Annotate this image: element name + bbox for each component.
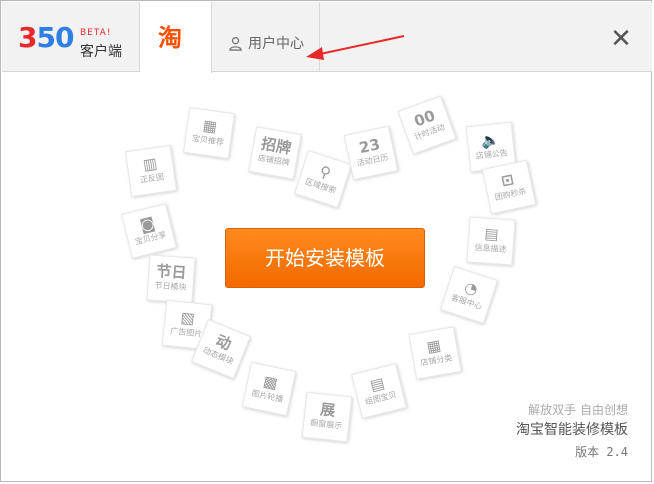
tile-item: ◙ 宝贝分享 — [121, 203, 177, 259]
app-window: 350 BETA! 客户端 淘 用户中心 ✕ ▦ 宝贝推荐 招牌 店铺招牌 ▥ … — [0, 0, 652, 482]
tab-taobao[interactable]: 淘 — [140, 2, 212, 73]
version-text: 版本 2.4 — [575, 445, 628, 459]
red-arrow-icon — [306, 35, 405, 60]
logo-beta-badge: BETA! — [80, 28, 112, 38]
logo-digit-3: 3 — [18, 21, 38, 54]
tile-item: ▤ 组图宝贝 — [351, 363, 407, 419]
user-icon — [229, 37, 242, 51]
tile-item: ⚲ 区域搜索 — [294, 150, 352, 208]
tile-item: 23 活动日历 — [343, 125, 399, 181]
tile-item: ◔ 客服中心 — [440, 266, 498, 324]
slogan-text: 解放双手 自由创想 — [528, 403, 628, 417]
tile-label: 节日模块 — [154, 280, 187, 293]
product-name: 淘宝智能装修模板 — [516, 422, 628, 438]
user-center-label: 用户中心 — [248, 36, 304, 52]
tile-item: 展 橱窗展示 — [301, 391, 353, 443]
tile-label: 信息描述 — [474, 242, 507, 255]
tile-item: ▥ 正反图 — [125, 145, 177, 197]
tile-item: 招牌 店铺招牌 — [248, 126, 302, 180]
taobao-icon: 淘 — [158, 24, 182, 52]
logo-subtitle: 客户端 — [80, 44, 122, 60]
app-logo: 350 BETA! 客户端 — [2, 2, 140, 72]
tile-item: ▩ 图片轮播 — [241, 361, 297, 417]
logo-digits: 350 — [18, 21, 75, 54]
close-icon: ✕ — [610, 24, 632, 54]
tile-item: ▦ 店铺分类 — [408, 326, 462, 380]
start-install-button[interactable]: 开始安装模板 — [225, 228, 425, 288]
logo-digit-0: 0 — [54, 21, 75, 54]
tile-item: 节日 节日模块 — [146, 254, 196, 304]
tile-item: 00 计时活动 — [397, 95, 457, 155]
top-tab-bar: 350 BETA! 客户端 淘 用户中心 ✕ — [2, 2, 652, 73]
close-button[interactable]: ✕ — [608, 26, 634, 52]
tile-item: ⊡ 团购秒杀 — [481, 159, 537, 215]
tile-item: ▤ 信息描述 — [466, 216, 516, 266]
tile-item: ▦ 宝贝推荐 — [183, 107, 235, 159]
logo-digit-5: 5 — [36, 21, 56, 54]
main-content: ▦ 宝贝推荐 招牌 店铺招牌 ▥ 正反图 ⚲ 区域搜索 23 活动日历 00 计… — [2, 72, 652, 482]
